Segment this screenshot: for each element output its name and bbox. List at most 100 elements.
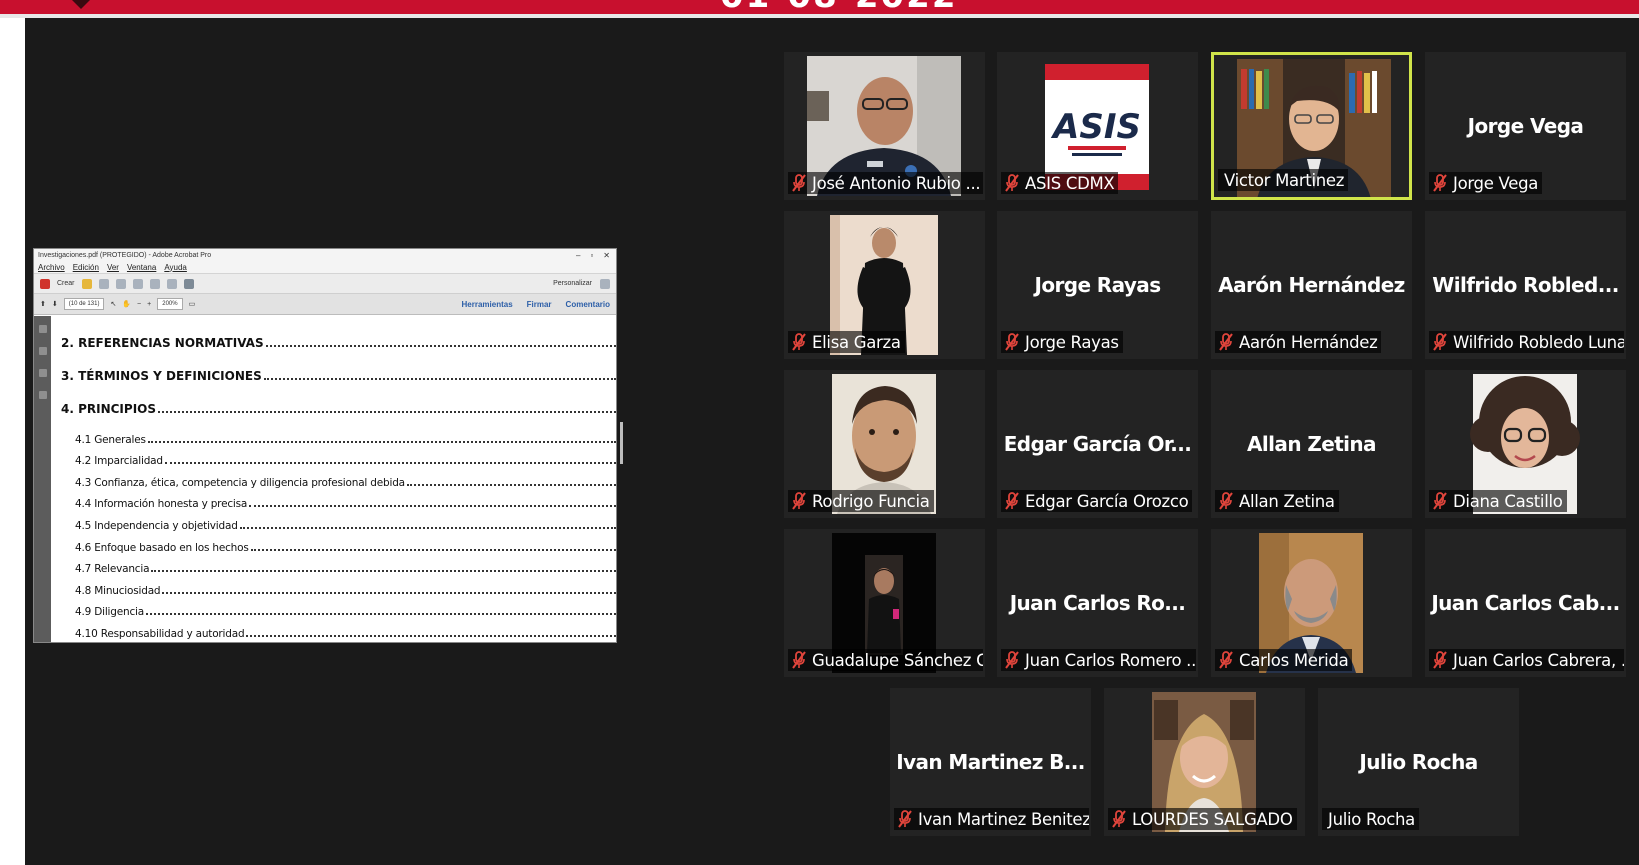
participant-display-name: Jorge Vega — [1467, 114, 1584, 138]
menu-item-edicion[interactable]: Edición — [73, 263, 99, 272]
acrobat-toolbar-nav: ⬆ ⬇ (10 de 131) ↖ ✋ − + 200% ▭ Herramien… — [34, 293, 616, 315]
toc-entry-label: 4. PRINCIPIOS — [61, 402, 157, 416]
email-icon[interactable] — [132, 278, 143, 289]
participant-tile[interactable]: José Antonio Rubio ... — [784, 52, 985, 200]
participant-tile[interactable]: ASIS ASIS CDMX — [997, 52, 1198, 200]
participant-tile[interactable]: Jorge Vega Jorge Vega — [1425, 52, 1626, 200]
participant-tile[interactable]: Diana Castillo — [1425, 370, 1626, 518]
participant-name-text: Juan Carlos Cabrera, ... — [1453, 650, 1624, 670]
participant-display-name: Edgar García Or... — [1003, 432, 1192, 456]
zoom-out-icon[interactable]: − — [137, 301, 141, 308]
open-folder-icon[interactable] — [81, 278, 92, 289]
mic-off-icon — [1431, 173, 1449, 193]
toc-leader-dots — [406, 483, 616, 486]
participant-tile[interactable]: Jorge Rayas Jorge Rayas — [997, 211, 1198, 359]
mic-off-icon — [1003, 491, 1021, 511]
mic-off-icon — [1003, 173, 1021, 193]
toc-entry[interactable]: 2. REFERENCIAS NORMATIVAS — [61, 332, 616, 358]
create-icon[interactable] — [40, 278, 50, 289]
participant-name-text: Edgar García Orozco — [1025, 491, 1189, 511]
participant-tile[interactable]: Juan Carlos Cab... Juan Carlos Cabrera, .… — [1425, 529, 1626, 677]
create-button[interactable]: Crear — [57, 280, 75, 287]
toc-entry[interactable]: 4.6 Enfoque basado en los hechos — [61, 532, 616, 554]
expand-icon[interactable] — [600, 278, 610, 289]
participant-tile[interactable]: Guadalupe Sánchez C... — [784, 529, 985, 677]
pages-icon[interactable] — [38, 325, 47, 333]
minimize-icon[interactable]: – — [576, 251, 580, 260]
toc-entry[interactable]: 4.2 Imparcialidad — [61, 446, 616, 467]
participant-name-label: Guadalupe Sánchez C... — [788, 649, 983, 671]
menu-item-ayuda[interactable]: Ayuda — [164, 263, 187, 272]
event-banner: 01-08-2022 — [0, 0, 1639, 14]
page-down-icon[interactable]: ⬇ — [52, 300, 58, 308]
menu-item-ver[interactable]: Ver — [107, 263, 119, 272]
mic-off-icon — [1431, 650, 1449, 670]
participant-name-text: Jorge Rayas — [1025, 332, 1119, 352]
participant-tile[interactable]: Allan Zetina Allan Zetina — [1211, 370, 1412, 518]
participant-tile[interactable]: Victor Martinez — [1211, 52, 1412, 200]
participant-name-text: Carlos Merida — [1239, 650, 1349, 670]
hand-tool-icon[interactable]: ✋ — [122, 300, 131, 308]
signatures-icon[interactable] — [38, 391, 47, 399]
attachments-icon[interactable] — [38, 369, 47, 377]
menu-item-archivo[interactable]: Archivo — [38, 263, 65, 272]
toc-leader-dots — [239, 526, 616, 529]
page-counter[interactable]: (10 de 131) — [63, 298, 105, 310]
participant-tile[interactable]: Rodrigo Funcia — [784, 370, 985, 518]
toc-leader-dots — [246, 634, 616, 637]
splitter-handle[interactable] — [620, 422, 623, 464]
toc-entry[interactable]: 4.8 Minuciosidad — [61, 575, 616, 597]
comment-icon[interactable] — [166, 278, 177, 289]
toc-entry-label: 4.4 Información honesta y precisa — [75, 498, 248, 511]
save-icon[interactable] — [98, 278, 109, 289]
toc-entry[interactable]: 4.9 Diligencia — [61, 597, 616, 618]
participant-name-text: Ivan Martinez Benitez,... — [918, 809, 1089, 829]
toc-entry[interactable]: 4.4 Información honesta y precisa — [61, 489, 616, 511]
fit-page-icon[interactable]: ▭ — [189, 300, 196, 308]
page-up-icon[interactable]: ⬆ — [40, 300, 46, 308]
participant-tile[interactable]: Wilfrido Robled... Wilfrido Robledo Luna — [1425, 211, 1626, 359]
toc-entry-label: 4.5 Independencia y objetividad — [75, 519, 238, 532]
shared-screen[interactable]: Investigaciones.pdf (PROTEGIDO) - Adobe … — [33, 248, 617, 643]
zoom-field[interactable]: 200% — [157, 298, 183, 310]
toc-leader-dots — [147, 440, 616, 443]
sign-button[interactable]: Firmar — [527, 300, 552, 309]
participant-tile[interactable]: Juan Carlos Ro... Juan Carlos Romero ... — [997, 529, 1198, 677]
participant-display-name: Juan Carlos Ro... — [1009, 591, 1186, 615]
pdf-page[interactable]: 2. REFERENCIAS NORMATIVAS 3. TÉRMINOS Y D… — [51, 316, 616, 642]
tools-button[interactable]: Herramientas — [462, 300, 513, 309]
bookmarks-icon[interactable] — [38, 347, 47, 355]
participant-tile[interactable]: LOURDES SALGADO — [1104, 688, 1305, 836]
print-icon[interactable] — [115, 278, 126, 289]
participant-tile[interactable]: Julio Rocha Julio Rocha — [1318, 688, 1519, 836]
participant-tile[interactable]: Carlos Merida — [1211, 529, 1412, 677]
toc-entry[interactable]: 4. PRINCIPIOS — [61, 391, 616, 424]
participant-name-text: Victor Martinez — [1224, 170, 1345, 190]
close-icon[interactable]: ✕ — [603, 251, 610, 260]
participant-tile[interactable]: Edgar García Or... Edgar García Orozco — [997, 370, 1198, 518]
participant-name-text: Julio Rocha — [1328, 809, 1415, 829]
menu-item-ventana[interactable]: Ventana — [127, 263, 156, 272]
toc-entry[interactable]: 4.10 Responsabilidad y autoridad — [61, 618, 616, 640]
participant-tile[interactable]: Aarón Hernández Aarón Hernández — [1211, 211, 1412, 359]
participant-display-name: Aarón Hernández — [1218, 273, 1405, 297]
participant-name-label: Jorge Vega — [1429, 172, 1543, 194]
toc-entry[interactable]: 4.3 Confianza, ética, competencia y dili… — [61, 467, 616, 489]
select-tool-icon[interactable]: ↖ — [110, 300, 116, 308]
toc-entry[interactable]: 4.5 Independencia y objetividad — [61, 510, 616, 532]
personalize-button[interactable]: Personalizar — [553, 280, 592, 287]
participant-tile[interactable]: Elisa Garza — [784, 211, 985, 359]
edit-icon[interactable] — [149, 278, 160, 289]
participant-tile[interactable]: Ivan Martinez B... Ivan Martinez Benitez,… — [890, 688, 1091, 836]
toc-entry[interactable]: 3. TÉRMINOS Y DEFINICIONES — [61, 358, 616, 391]
toc-entry-label: 4.1 Generales — [75, 433, 146, 446]
toc-leader-dots — [263, 378, 616, 380]
toc-entry[interactable]: 4.1 Generales — [61, 424, 616, 446]
settings-icon[interactable] — [183, 278, 194, 289]
toc-entry[interactable]: 4.7 Relevancia — [61, 554, 616, 575]
comment-button[interactable]: Comentario — [566, 300, 610, 309]
zoom-in-icon[interactable]: + — [147, 301, 151, 308]
mic-off-icon — [1431, 332, 1449, 352]
mic-off-icon — [896, 809, 914, 829]
maximize-icon[interactable]: ▫ — [590, 251, 593, 260]
